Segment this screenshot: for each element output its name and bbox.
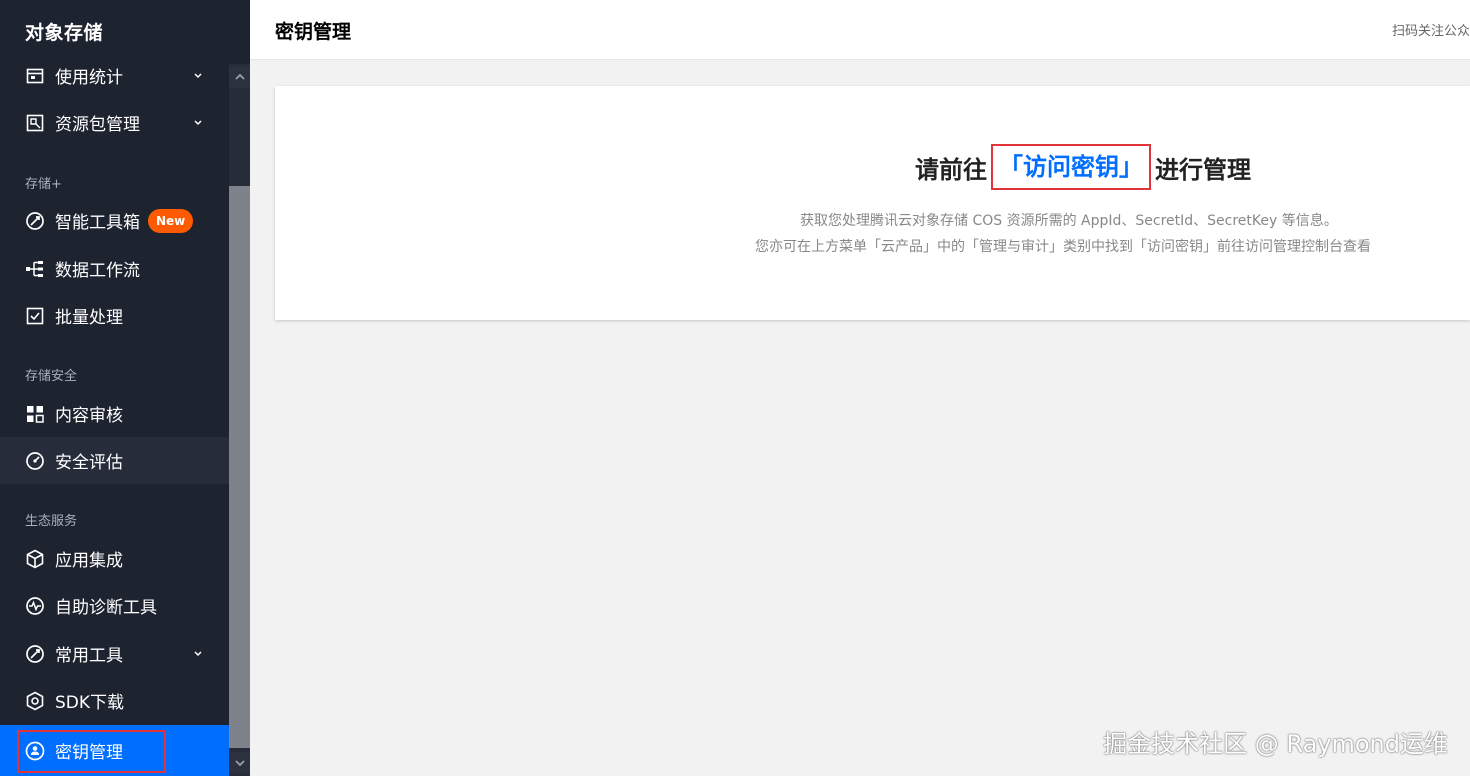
tool-icon (25, 644, 45, 664)
headline-prefix: 请前往 (915, 155, 987, 184)
scroll-down-button[interactable] (229, 752, 250, 774)
sidebar-item-label: 常用工具 (55, 646, 123, 666)
sidebar-scrollbar-thumb[interactable] (229, 186, 250, 748)
chevron-down-icon (192, 71, 204, 81)
cube-icon (25, 549, 45, 569)
sidebar-item-label: 自助诊断工具 (55, 598, 157, 618)
pulse-icon (25, 596, 45, 616)
sidebar-item-label: 批量处理 (55, 308, 123, 328)
page-header: 密钥管理 扫码关注公众 (250, 0, 1470, 60)
sidebar-item-common-tools[interactable]: 常用工具 (0, 630, 229, 677)
sidebar-item-label: 应用集成 (55, 551, 123, 571)
calendar-icon (25, 66, 45, 86)
sidebar-item-label: 内容审核 (55, 406, 123, 426)
section-label-storage-security: 存储安全 (25, 369, 78, 384)
chevron-down-icon (234, 760, 245, 767)
sidebar-item-label: 安全评估 (55, 453, 123, 473)
sidebar-item-label: 资源包管理 (55, 115, 140, 135)
sidebar: 对象存储 使用统计 资源包管理 存储+ 智能工具箱 New 数据工作流 批量处理… (0, 0, 250, 776)
sidebar-item-label: 使用统计 (55, 68, 123, 88)
package-icon (25, 113, 45, 133)
sidebar-item-label: SDK下载 (55, 693, 125, 713)
sidebar-item-label: 数据工作流 (55, 261, 140, 281)
sidebar-item-workflow[interactable]: 数据工作流 (0, 245, 229, 292)
section-label-storage-plus: 存储+ (25, 177, 62, 192)
sidebar-item-usage[interactable]: 使用统计 (0, 52, 229, 99)
follow-official-account-link[interactable]: 扫码关注公众 (1392, 20, 1470, 39)
sdk-icon (25, 691, 45, 711)
new-badge: New (148, 208, 194, 233)
key-icon (25, 741, 45, 761)
sidebar-item-sdk[interactable]: SDK下载 (0, 677, 229, 724)
headline: 请前往 「访问密钥」 进行管理 (915, 144, 1251, 190)
watermark: 掘金技术社区 @ Raymond运维 (1103, 730, 1448, 758)
sidebar-item-key-mgmt[interactable]: 密钥管理 (0, 725, 229, 776)
description-line-2: 您亦可在上方菜单「云产品」中的「管理与审计」类别中找到「访问密钥」前往访问管理控… (755, 239, 1371, 255)
sidebar-item-label: 智能工具箱 (55, 213, 140, 233)
chevron-down-icon (192, 649, 204, 659)
access-key-link[interactable]: 「访问密钥」 (991, 144, 1151, 190)
sidebar-item-batch[interactable]: 批量处理 (0, 292, 229, 339)
gauge-icon (25, 451, 45, 471)
headline-suffix: 进行管理 (1155, 155, 1251, 184)
checkbox-icon (25, 306, 45, 326)
key-management-card: 请前往 「访问密钥」 进行管理 获取您处理腾讯云对象存储 COS 资源所需的 A… (275, 86, 1470, 320)
description-line-1: 获取您处理腾讯云对象存储 COS 资源所需的 AppId、SecretId、Se… (800, 213, 1338, 229)
toolbox-icon (25, 211, 45, 231)
sidebar-item-diagnosis[interactable]: 自助诊断工具 (0, 582, 229, 629)
scroll-up-button[interactable] (229, 66, 250, 88)
grid-icon (25, 404, 45, 424)
sidebar-item-label: 密钥管理 (55, 743, 123, 763)
chevron-down-icon (192, 118, 204, 128)
chevron-up-icon (234, 73, 245, 80)
section-label-ecosystem: 生态服务 (25, 514, 78, 529)
sidebar-item-security-eval[interactable]: 安全评估 (0, 437, 229, 484)
workflow-icon (25, 259, 45, 279)
page-title: 密钥管理 (275, 21, 352, 43)
sidebar-item-package[interactable]: 资源包管理 (0, 99, 229, 146)
sidebar-item-moderation[interactable]: 内容审核 (0, 390, 229, 437)
sidebar-item-app-integration[interactable]: 应用集成 (0, 535, 229, 582)
sidebar-item-toolbox[interactable]: 智能工具箱 New (0, 197, 229, 244)
sidebar-title: 对象存储 (25, 22, 104, 44)
